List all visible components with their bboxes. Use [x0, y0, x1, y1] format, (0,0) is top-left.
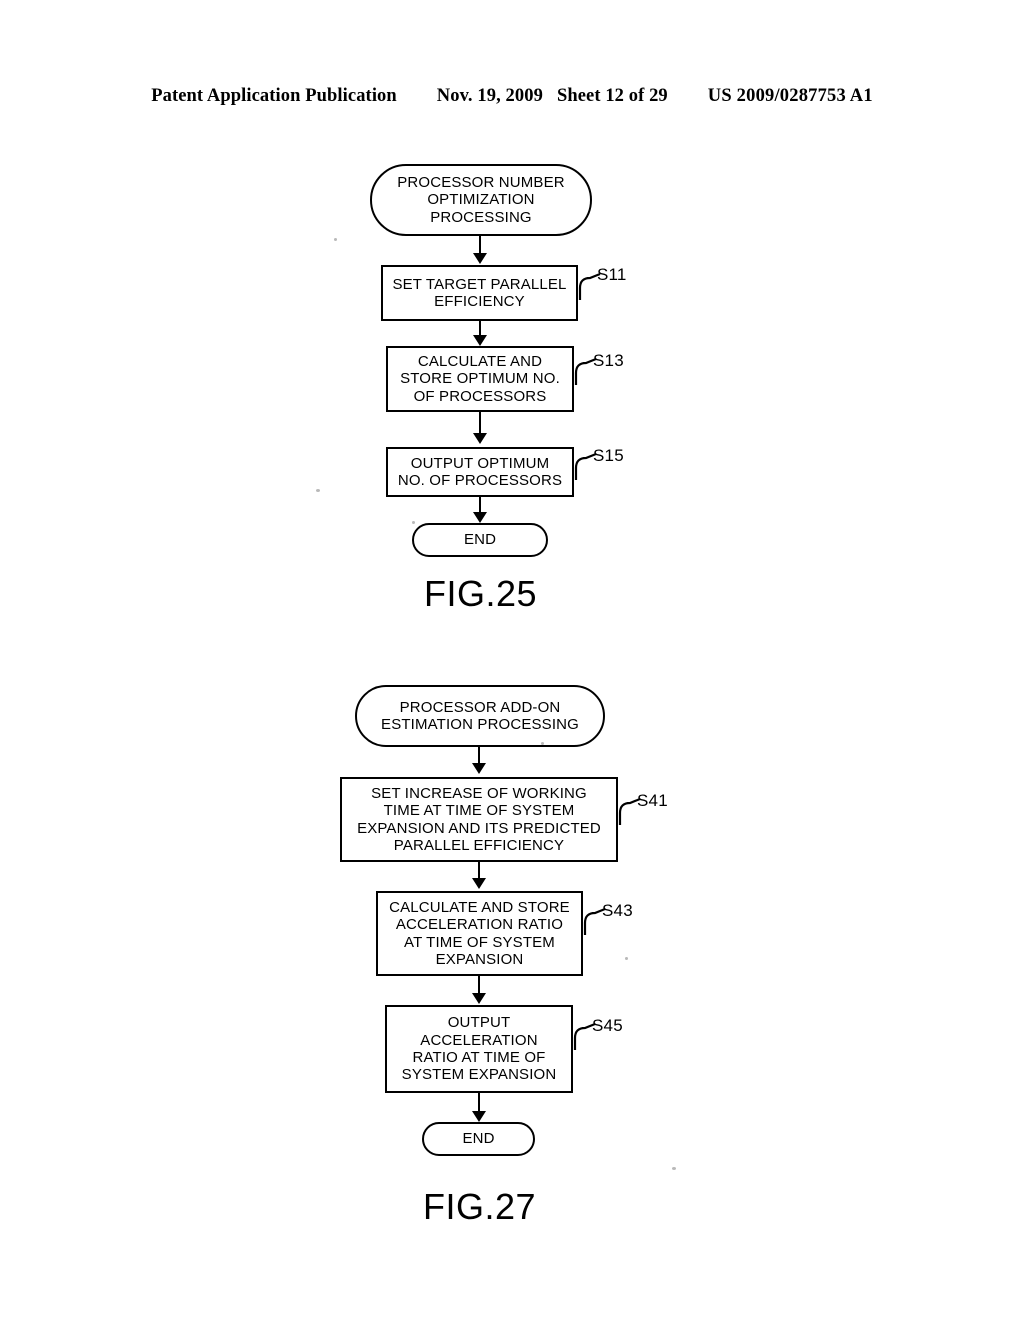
scan-speckle — [672, 1167, 676, 1170]
arrowhead-s41-to-s43 — [472, 878, 486, 889]
node-s41: SET INCREASE OF WORKING TIME AT TIME OF … — [340, 777, 618, 862]
node-s45: OUTPUT ACCELERATION RATIO AT TIME OF SYS… — [385, 1005, 573, 1093]
node-label: CALCULATE AND STORE ACCELERATION RATIO A… — [389, 898, 570, 968]
scan-speckle — [412, 521, 415, 524]
scan-speckle — [334, 238, 337, 241]
connector-start-to-s41 — [477, 747, 481, 764]
connector-s43-to-s45 — [477, 976, 481, 994]
scan-speckle — [316, 489, 320, 492]
node-end-27: END — [422, 1122, 535, 1156]
node-label: END — [462, 1130, 495, 1148]
node-label: SET INCREASE OF WORKING TIME AT TIME OF … — [357, 784, 601, 854]
arrowhead-s43-to-s45 — [472, 993, 486, 1004]
connector-s41-to-s43 — [477, 862, 481, 879]
figure-27: PROCESSOR ADD-ON ESTIMATION PROCESSING S… — [0, 0, 1024, 1320]
figure-caption-27: FIG.27 — [423, 1186, 537, 1227]
arrowhead-s45-to-end — [472, 1111, 486, 1122]
scan-speckle — [541, 742, 544, 745]
node-start-27: PROCESSOR ADD-ON ESTIMATION PROCESSING — [355, 685, 605, 747]
step-label-s43: S43 — [602, 901, 633, 920]
step-label-s45: S45 — [592, 1016, 623, 1035]
node-s43: CALCULATE AND STORE ACCELERATION RATIO A… — [376, 891, 583, 976]
arrowhead-start-to-s41 — [472, 763, 486, 774]
scan-speckle — [625, 957, 628, 960]
node-label: PROCESSOR ADD-ON ESTIMATION PROCESSING — [381, 698, 579, 733]
step-label-s41: S41 — [637, 791, 668, 810]
node-label: OUTPUT ACCELERATION RATIO AT TIME OF SYS… — [401, 1014, 557, 1084]
